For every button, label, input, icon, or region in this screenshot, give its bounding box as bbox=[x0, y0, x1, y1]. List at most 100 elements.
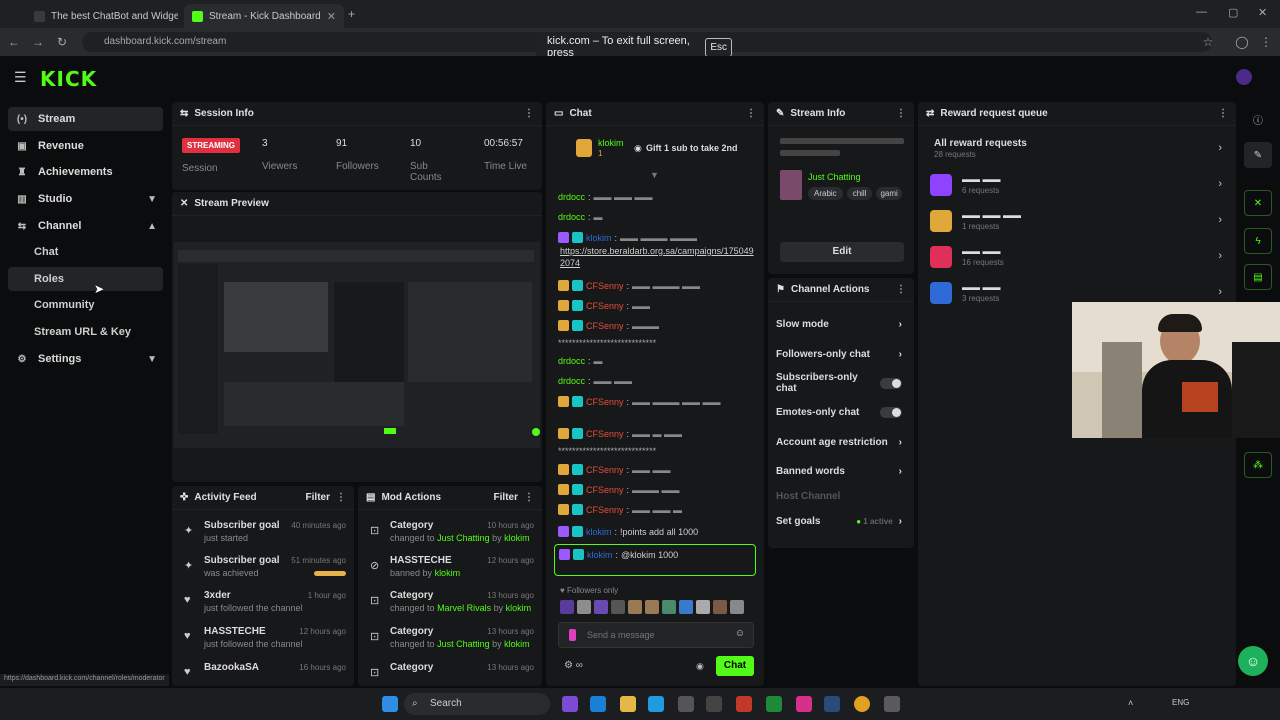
all-reward-requests-row[interactable]: All reward requests 28 requests › bbox=[930, 136, 1222, 166]
sidebar-item-settings[interactable]: ⚙ Settings ▼ bbox=[8, 347, 163, 371]
taskbar-search[interactable]: ⌕ Search bbox=[404, 693, 550, 715]
app-icon[interactable] bbox=[562, 696, 578, 712]
profile-icon[interactable]: ◯ bbox=[1234, 34, 1250, 50]
slow-mode-row[interactable]: Slow mode › bbox=[776, 314, 902, 334]
share-icon[interactable]: ⁂ bbox=[1244, 452, 1272, 478]
store-icon[interactable] bbox=[678, 696, 694, 712]
kebab-menu-icon[interactable]: ⋮ bbox=[524, 108, 534, 119]
chat-message: drdocc: ▬▬ ▬▬ ▬▬ bbox=[558, 192, 653, 202]
category-thumbnail bbox=[780, 170, 802, 200]
set-goals-row[interactable]: Set goals ● 1 active › bbox=[776, 511, 902, 531]
tray-chevron-icon[interactable]: ˄ bbox=[1128, 698, 1133, 708]
chat-text: @klokim 1000 bbox=[621, 549, 679, 560]
reward-item[interactable]: ▬▬ ▬▬ 16 requests › bbox=[930, 244, 1222, 274]
reward-item[interactable]: ▬▬ ▬▬ 6 requests › bbox=[930, 172, 1222, 202]
chat-settings-icon[interactable]: ⚙ ∞ bbox=[564, 660, 583, 671]
maximize-icon[interactable]: ▢ bbox=[1228, 6, 1238, 19]
item-sub: changed to bbox=[390, 533, 435, 543]
sidebar-item-label: Revenue bbox=[38, 140, 84, 152]
chat-username: drdocc bbox=[558, 376, 586, 386]
reward-item[interactable]: ▬▬ ▬▬ ▬▬ 1 requests › bbox=[930, 208, 1222, 238]
sidebar-sub-chat[interactable]: Chat bbox=[34, 246, 58, 258]
windows-start-icon[interactable] bbox=[382, 696, 398, 712]
chrome-icon[interactable] bbox=[854, 696, 870, 712]
lightning-icon[interactable]: ϟ bbox=[1244, 228, 1272, 254]
tab-kick-dashboard[interactable]: Stream - Kick Dashboard ✕ bbox=[184, 4, 344, 28]
window-close-icon[interactable]: ✕ bbox=[1258, 6, 1267, 19]
goals-badge: 1 active bbox=[863, 516, 893, 526]
sidebar-sub-stream-url-key[interactable]: Stream URL & Key bbox=[34, 326, 131, 338]
reward-count: 16 requests bbox=[962, 258, 1004, 267]
user-avatar[interactable] bbox=[1236, 69, 1252, 85]
app-icon[interactable] bbox=[884, 696, 900, 712]
minimize-icon[interactable]: — bbox=[1196, 6, 1207, 18]
folder-icon[interactable] bbox=[620, 696, 636, 712]
live-indicator bbox=[532, 428, 540, 436]
info-icon[interactable]: ⓘ bbox=[1244, 106, 1272, 132]
category-name[interactable]: Just Chatting bbox=[808, 172, 861, 182]
instagram-icon[interactable] bbox=[796, 696, 812, 712]
kebab-menu-icon[interactable]: ⋮ bbox=[896, 108, 906, 119]
sidebar-sub-roles[interactable]: Roles bbox=[34, 273, 64, 285]
sidebar-item-studio[interactable]: ▥ Studio ▼ bbox=[8, 187, 163, 211]
reload-icon[interactable]: ↻ bbox=[54, 34, 70, 50]
emoji-icon[interactable]: ☺ bbox=[735, 628, 745, 639]
stream-preview-video[interactable] bbox=[174, 242, 540, 448]
category-icon: ⊡ bbox=[370, 631, 380, 643]
edit-stream-info-button[interactable]: Edit bbox=[780, 242, 904, 262]
chat-panel: ▭ Chat ⋮ klokim 1 ◉ Gift 1 sub to take 2… bbox=[546, 102, 764, 686]
close-tool-icon[interactable]: ✕ bbox=[1244, 190, 1272, 216]
reward-title: ▬▬ ▬▬ bbox=[962, 246, 1001, 256]
followers-only-row[interactable]: Followers-only chat › bbox=[776, 344, 902, 364]
kebab-menu-icon[interactable]: ⋮ bbox=[1218, 108, 1228, 119]
pencil-icon[interactable]: ✎ bbox=[1244, 142, 1272, 168]
banned-words-row[interactable]: Banned words › bbox=[776, 461, 902, 481]
close-icon[interactable]: ✕ bbox=[327, 10, 336, 23]
kebab-menu-icon[interactable]: ⋮ bbox=[746, 108, 756, 119]
app-icon[interactable] bbox=[736, 696, 752, 712]
subscribers-only-toggle[interactable] bbox=[880, 377, 902, 389]
send-chat-button[interactable]: Chat bbox=[716, 656, 754, 676]
kebab-menu-icon[interactable]: ⋮ bbox=[336, 492, 346, 503]
sidebar-item-channel[interactable]: ⇆ Channel ▲ bbox=[8, 214, 163, 238]
kick-logo[interactable]: KICK bbox=[40, 67, 97, 91]
app-icon[interactable] bbox=[590, 696, 606, 712]
steam-icon[interactable] bbox=[824, 696, 840, 712]
host-channel-row[interactable]: Host Channel bbox=[776, 486, 902, 506]
emote-row[interactable] bbox=[560, 600, 756, 616]
tab-chatbot[interactable]: The best ChatBot and Widgets ✕ bbox=[26, 4, 178, 28]
edge-icon[interactable] bbox=[648, 696, 664, 712]
language-indicator[interactable]: ENG bbox=[1172, 698, 1189, 707]
bookmark-star-icon[interactable]: ☆ bbox=[1200, 34, 1216, 50]
xbox-icon[interactable] bbox=[766, 696, 782, 712]
support-chat-icon[interactable]: ☺ bbox=[1238, 646, 1268, 676]
pinned-gift-banner[interactable]: klokim 1 ◉ Gift 1 sub to take 2nd bbox=[576, 138, 756, 162]
sidebar-item-achievements[interactable]: ♜ Achievements bbox=[8, 160, 163, 184]
activity-feed-header: ✜ Activity Feed Filter ⋮ bbox=[172, 486, 354, 510]
sidebar-item-revenue[interactable]: ▣ Revenue bbox=[8, 134, 163, 158]
timer-icon[interactable]: ◉ bbox=[696, 661, 704, 672]
chevron-down-icon[interactable]: ▼ bbox=[650, 170, 659, 180]
filter-button[interactable]: Filter bbox=[494, 492, 518, 503]
app-icon[interactable] bbox=[706, 696, 722, 712]
chat-message: drdocc: ▬ bbox=[558, 356, 603, 366]
chat-link[interactable]: https://store.beraldarb.org.sa/campaigns… bbox=[560, 245, 756, 269]
forward-icon[interactable]: → bbox=[30, 34, 46, 50]
sidebar-sub-community[interactable]: Community bbox=[34, 299, 95, 311]
menu-dots-icon[interactable]: ⋮ bbox=[1258, 34, 1274, 50]
item-by: by bbox=[492, 639, 502, 649]
chat-message-input[interactable] bbox=[587, 627, 727, 643]
chevron-right-icon: › bbox=[1218, 142, 1222, 154]
kebab-menu-icon[interactable]: ⋮ bbox=[896, 284, 906, 295]
sidebar-item-stream[interactable]: (•) Stream bbox=[8, 107, 163, 131]
emotes-only-toggle[interactable] bbox=[880, 406, 902, 418]
back-icon[interactable]: ← bbox=[6, 34, 22, 50]
chat-username: drdocc bbox=[558, 212, 586, 222]
filter-button[interactable]: Filter bbox=[306, 492, 330, 503]
hamburger-menu-icon[interactable]: ☰ bbox=[14, 69, 27, 86]
account-age-row[interactable]: Account age restriction › bbox=[776, 432, 902, 452]
note-icon[interactable]: ▤ bbox=[1244, 264, 1272, 290]
chat-icon: ▭ bbox=[554, 108, 564, 119]
new-tab-icon[interactable]: + bbox=[348, 7, 355, 21]
kebab-menu-icon[interactable]: ⋮ bbox=[524, 492, 534, 503]
